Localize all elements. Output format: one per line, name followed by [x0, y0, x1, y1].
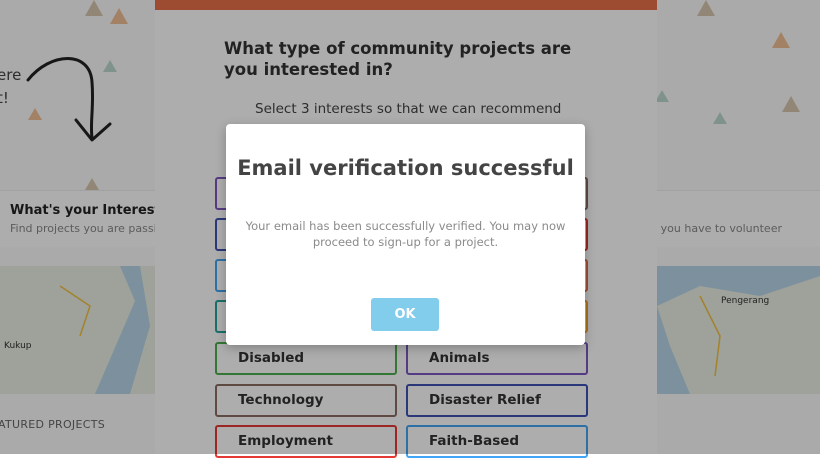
- verification-dialog: Email verification successful Your email…: [226, 124, 585, 345]
- dialog-message: Your email has been successfully verifie…: [245, 219, 566, 249]
- dialog-title: Email verification successful: [237, 156, 574, 180]
- ok-button[interactable]: OK: [371, 298, 439, 331]
